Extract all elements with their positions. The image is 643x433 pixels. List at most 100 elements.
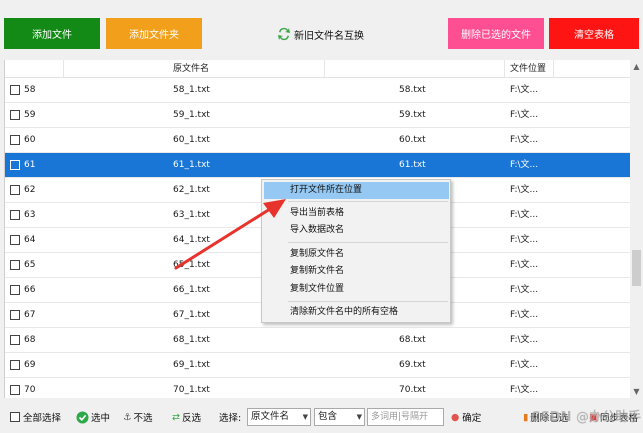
menu-item-clear-spaces[interactable]: 清除新文件名中的所有空格	[264, 304, 449, 321]
original-name-cell: 62_1.txt	[173, 185, 210, 195]
row-index: 60	[24, 135, 36, 145]
delete-selected-button[interactable]: 删除已选的文件	[448, 18, 544, 49]
select-button[interactable]: 选中	[76, 408, 110, 426]
column-divider	[324, 60, 325, 78]
original-name-cell: 67_1.txt	[173, 310, 210, 320]
new-name-cell: 58.txt	[399, 85, 426, 95]
table-row[interactable]: 69 69_1.txt 69.txt F:\文...	[5, 353, 630, 378]
location-cell: F:\文...	[510, 135, 539, 145]
row-checkbox[interactable]	[10, 210, 20, 220]
table-row-selected[interactable]: 61 61_1.txt 61.txt F:\文...	[5, 153, 630, 178]
row-index: 70	[24, 385, 36, 395]
row-index: 62	[24, 185, 36, 195]
row-index: 59	[24, 110, 36, 120]
location-cell: F:\文...	[510, 285, 539, 295]
menu-item-export-table[interactable]: 导出当前表格	[264, 205, 449, 222]
row-index: 66	[24, 285, 36, 295]
chevron-down-icon: ▼	[302, 413, 308, 421]
original-name-cell: 58_1.txt	[173, 85, 210, 95]
header-original-name[interactable]: 原文件名	[173, 60, 209, 78]
new-name-cell: 60.txt	[399, 135, 426, 145]
vertical-scrollbar[interactable]: ▲ ▼	[630, 60, 643, 398]
scroll-up-icon[interactable]: ▲	[630, 60, 643, 73]
invert-icon: ⇄	[172, 411, 180, 423]
column-divider	[504, 60, 505, 78]
invert-button[interactable]: ⇄ 反选	[172, 408, 201, 426]
column-divider	[553, 60, 554, 78]
location-cell: F:\文...	[510, 335, 539, 345]
original-name-cell: 70_1.txt	[173, 385, 210, 395]
header-file-location[interactable]: 文件位置	[510, 60, 546, 78]
original-name-cell: 66_1.txt	[173, 285, 210, 295]
unselect-button[interactable]: ⚓ 不选	[123, 408, 153, 426]
new-name-cell: 61.txt	[399, 160, 426, 170]
checkbox-icon	[10, 412, 20, 422]
swap-names-button[interactable]: 新旧文件名互换	[274, 22, 376, 46]
table-row[interactable]: 70 70_1.txt 70.txt F:\文...	[5, 378, 630, 398]
row-checkbox[interactable]	[10, 285, 20, 295]
keyword-input[interactable]: 多词用|号隔开	[367, 408, 444, 426]
row-checkbox[interactable]	[10, 185, 20, 195]
row-index: 68	[24, 335, 36, 345]
anchor-icon: ⚓	[123, 411, 132, 423]
field-select[interactable]: 原文件名 ▼	[247, 408, 311, 426]
table-row[interactable]: 59 59_1.txt 59.txt F:\文...	[5, 103, 630, 128]
bottom-delete-label: 删除已选	[530, 413, 569, 424]
swap-icon	[274, 24, 294, 44]
location-cell: F:\文...	[510, 185, 539, 195]
row-checkbox[interactable]	[10, 135, 20, 145]
select-label: 选中	[91, 413, 111, 424]
row-checkbox[interactable]	[10, 385, 20, 395]
select-all-label: 全部选择	[23, 413, 62, 424]
row-checkbox[interactable]	[10, 235, 20, 245]
toolbar: 添加文件 添加文件夹 新旧文件名互换 删除已选的文件 清空表格	[0, 0, 643, 56]
menu-item-copy-new[interactable]: 复制新文件名	[264, 263, 449, 280]
menu-item-copy-location[interactable]: 复制文件位置	[264, 281, 449, 298]
location-cell: F:\文...	[510, 310, 539, 320]
scroll-down-icon[interactable]: ▼	[630, 385, 643, 398]
swap-label: 新旧文件名互换	[294, 30, 364, 42]
menu-separator	[288, 242, 448, 243]
row-checkbox[interactable]	[10, 360, 20, 370]
original-name-cell: 59_1.txt	[173, 110, 210, 120]
row-checkbox[interactable]	[10, 260, 20, 270]
menu-separator	[288, 301, 448, 302]
table-header: 原文件名 文件位置	[5, 60, 630, 78]
menu-separator	[288, 201, 448, 202]
table-row[interactable]: 68 68_1.txt 68.txt F:\文...	[5, 328, 630, 353]
row-index: 67	[24, 310, 36, 320]
row-index: 58	[24, 85, 36, 95]
row-checkbox[interactable]	[10, 85, 20, 95]
column-divider	[63, 60, 64, 78]
original-name-cell: 63_1.txt	[173, 210, 210, 220]
row-index: 69	[24, 360, 36, 370]
row-checkbox[interactable]	[10, 110, 20, 120]
confirm-button[interactable]: ● 确定	[451, 408, 481, 426]
match-select[interactable]: 包含 ▼	[314, 408, 365, 426]
invert-label: 反选	[181, 413, 201, 424]
row-checkbox[interactable]	[10, 335, 20, 345]
row-index: 61	[24, 160, 36, 170]
bottom-delete-button[interactable]: ▮ 删除已选	[523, 408, 568, 426]
table-row[interactable]: 60 60_1.txt 60.txt F:\文...	[5, 128, 630, 153]
clear-table-button[interactable]: 清空表格	[549, 18, 639, 49]
scroll-thumb[interactable]	[632, 250, 641, 286]
field-select-value: 原文件名	[251, 411, 290, 422]
add-folder-button[interactable]: 添加文件夹	[106, 18, 202, 49]
check-circle-icon	[76, 411, 89, 423]
menu-item-open-location[interactable]: 打开文件所在位置	[264, 182, 449, 199]
sync-table-button[interactable]: ▣ 同步表格	[589, 408, 638, 426]
location-cell: F:\文...	[510, 385, 539, 395]
chevron-down-icon: ▼	[356, 413, 362, 421]
new-name-cell: 69.txt	[399, 360, 426, 370]
table-row[interactable]: 58 58_1.txt 58.txt F:\文...	[5, 78, 630, 103]
menu-item-import-data[interactable]: 导入数据改名	[264, 222, 449, 239]
location-cell: F:\文...	[510, 160, 539, 170]
row-checkbox[interactable]	[10, 160, 20, 170]
select-all-checkbox[interactable]: 全部选择	[10, 408, 61, 426]
menu-item-copy-original[interactable]: 复制原文件名	[264, 246, 449, 263]
row-checkbox[interactable]	[10, 310, 20, 320]
row-index: 65	[24, 260, 36, 270]
context-menu: 打开文件所在位置 导出当前表格 导入数据改名 复制原文件名 复制新文件名 复制文…	[261, 179, 451, 323]
add-file-button[interactable]: 添加文件	[4, 18, 100, 49]
